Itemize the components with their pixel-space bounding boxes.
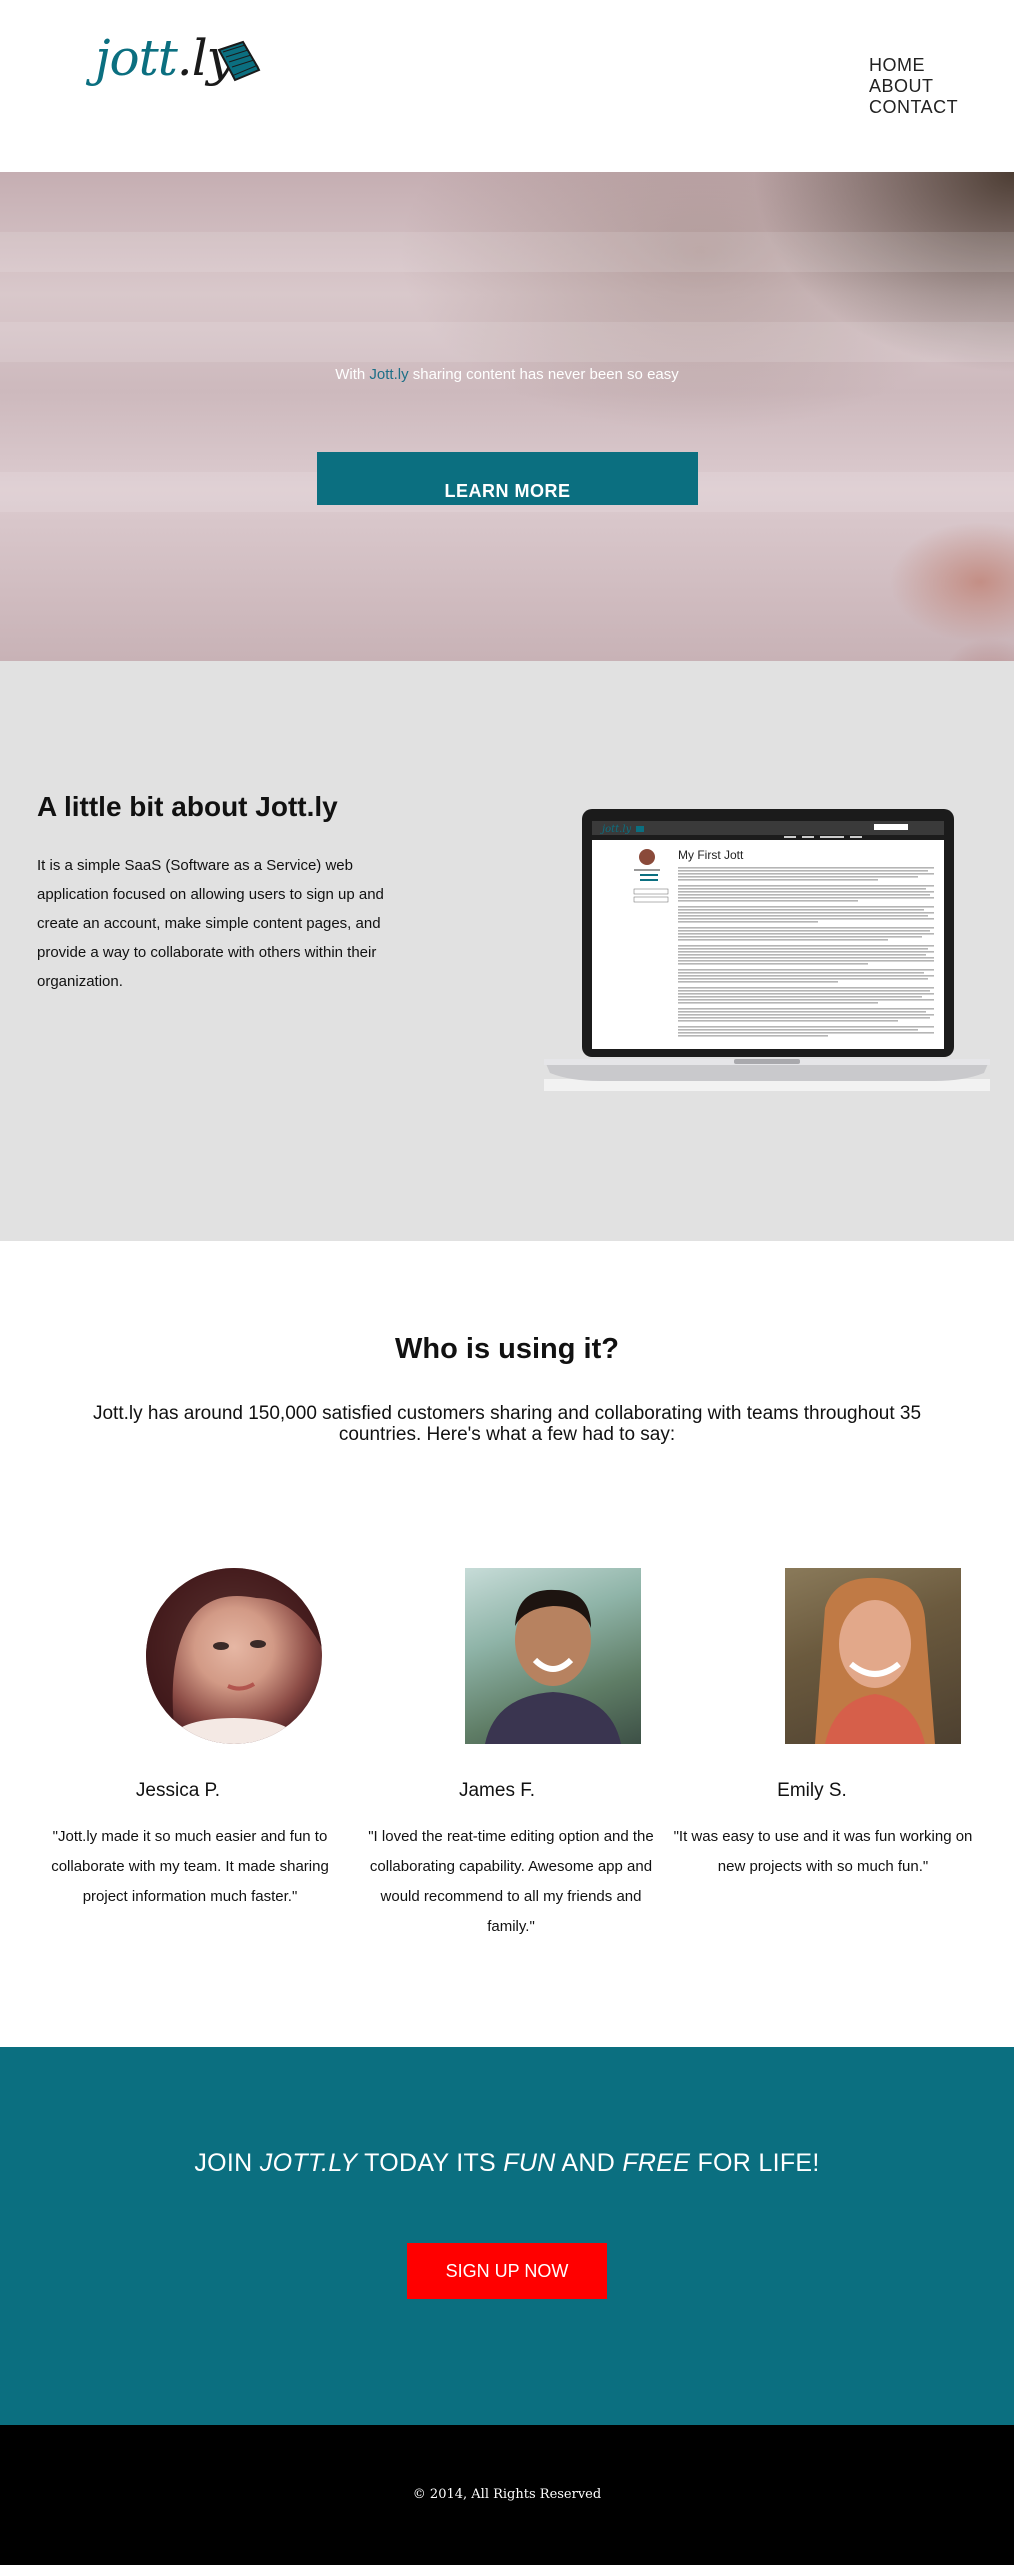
cta-headline: JOIN JOTT.LY TODAY ITS FUN AND FREE FOR … — [194, 2149, 820, 2177]
emily-avatar — [785, 1568, 961, 1744]
testimonial-quote: "I loved the reat-time editing option an… — [368, 1828, 654, 1935]
jottly-logo[interactable]: jott.ly — [95, 22, 265, 102]
about-body: It is a simple SaaS (Software as a Servi… — [37, 857, 384, 990]
nav-home-link[interactable]: HOME — [869, 55, 958, 76]
james-avatar — [465, 1568, 641, 1744]
testimonials-title: Who is using it? — [395, 1333, 619, 1365]
main-nav: HOME ABOUT CONTACT — [869, 55, 958, 118]
nav-about-link[interactable]: ABOUT — [869, 76, 958, 97]
testimonials-intro: Jott.ly has around 150,000 satisfied cus… — [92, 1403, 922, 1445]
testimonial-name: Jessica P. — [135, 1780, 221, 1801]
sign-up-button[interactable]: SIGN UP NOW — [407, 2243, 607, 2299]
nav-contact-link[interactable]: CONTACT — [869, 97, 958, 118]
testimonial-quote: "Jott.ly made it so much easier and fun … — [51, 1828, 329, 1905]
hero-banner: With Jott.ly sharing content has never b… — [0, 172, 1014, 661]
svg-text:jott.ly: jott.ly — [600, 824, 632, 835]
testimonial-name: James F. — [458, 1780, 536, 1801]
signup-cta-section: JOIN JOTT.LY TODAY ITS FUN AND FREE FOR … — [0, 2047, 1014, 2425]
about-section: A little bit about Jott.ly It is a simpl… — [0, 661, 1014, 1241]
hero-background-texture — [0, 322, 1014, 362]
notebook-icon — [217, 40, 261, 82]
hero-background-texture — [0, 232, 1014, 272]
screenshot-page-title: My First Jott — [678, 848, 744, 862]
about-title: A little bit about Jott.ly — [37, 791, 338, 822]
testimonials-section: Who is using it? Jott.ly has around 150,… — [0, 1241, 1014, 2047]
hero-tagline: With Jott.ly sharing content has never b… — [335, 366, 679, 383]
site-footer: © 2014, All Rights Reserved — [0, 2425, 1014, 2565]
jessica-avatar — [146, 1568, 322, 1744]
laptop-screenshot-image: jott.ly My First Jott — [544, 809, 990, 1091]
copyright-text: © 2014, All Rights Reserved — [412, 2487, 602, 2502]
testimonial-quote: "It was easy to use and it was fun worki… — [673, 1828, 973, 1875]
learn-more-button[interactable]: LEARN MORE — [317, 452, 698, 505]
testimonial-name: Emily S. — [777, 1780, 847, 1801]
site-header: jott.ly HOME ABOUT CONTACT — [0, 0, 1014, 172]
